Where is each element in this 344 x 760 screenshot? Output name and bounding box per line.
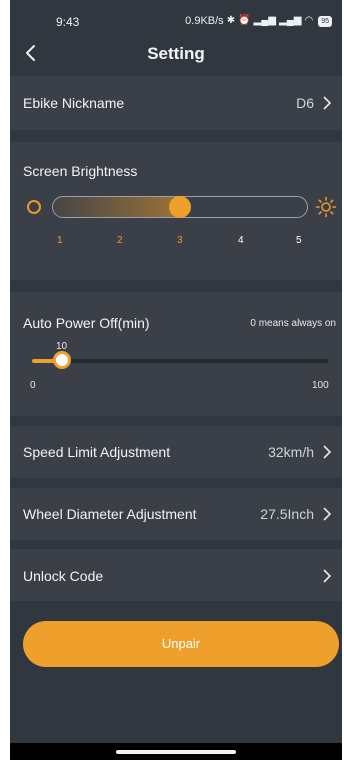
brightness-slider-thumb[interactable] [169,196,191,218]
status-bar: 9:43 0.9KB/s ✱ ⏰ ▂▄▆ ▂▄▆ ◠ 95 [10,0,342,34]
status-icons: 0.9KB/s ✱ ⏰ ▂▄▆ ▂▄▆ ◠ 95 [185,15,332,27]
brightness-level-5[interactable]: 5 [296,235,302,246]
wifi-icon: ◠ [304,15,314,26]
chevron-right-icon [323,96,332,110]
chevron-right-icon [323,445,332,459]
speed-limit-value: 32km/h [268,444,314,460]
auto-power-label: Auto Power Off(min) [23,315,150,331]
brightness-level-2[interactable]: 2 [117,235,123,246]
status-time: 9:43 [56,15,80,29]
auto-power-slider-thumb[interactable] [53,351,71,369]
unpair-button[interactable]: Unpair [23,621,339,667]
auto-power-note: 0 means always on [250,318,336,329]
auto-power-min: 0 [30,380,36,391]
chevron-right-icon [323,569,332,583]
signal-2-icon: ▂▄▆ [279,15,302,26]
battery-icon: 95 [318,15,332,27]
brightness-level-4[interactable]: 4 [238,235,244,246]
auto-power-max: 100 [312,380,329,391]
wheel-diameter-row[interactable]: Wheel Diameter Adjustment 27.5Inch [10,488,342,540]
settings-screen: 9:43 0.9KB/s ✱ ⏰ ▂▄▆ ▂▄▆ ◠ 95 Setting Eb… [10,0,342,760]
unlock-code-label: Unlock Code [23,568,104,584]
wheel-diameter-value: 27.5Inch [260,506,314,522]
nickname-label: Ebike Nickname [23,95,125,111]
brightness-label: Screen Brightness [23,163,138,179]
sun-icon [315,196,337,218]
speed-limit-label: Speed Limit Adjustment [23,444,171,460]
brightness-low-icon [27,200,41,214]
unlock-code-row[interactable]: Unlock Code [10,549,342,601]
signal-icon: ▂▄▆ [253,15,276,26]
wheel-diameter-label: Wheel Diameter Adjustment [23,506,197,522]
alarm-icon: ⏰ [238,15,251,26]
page-title: Setting [147,44,205,63]
auto-power-slider[interactable] [32,359,328,363]
network-speed: 0.9KB/s [185,15,224,27]
bluetooth-icon: ✱ [226,15,236,26]
nickname-value: D6 [296,95,314,111]
speed-limit-row[interactable]: Speed Limit Adjustment 32km/h [10,426,342,478]
header: Setting [10,36,342,70]
home-indicator[interactable] [116,750,236,754]
brightness-level-1[interactable]: 1 [57,235,63,246]
nickname-row[interactable]: Ebike Nickname D6 [10,76,342,130]
brightness-level-3[interactable]: 3 [177,235,183,246]
chevron-right-icon [323,507,332,521]
system-nav-bar [10,743,342,760]
